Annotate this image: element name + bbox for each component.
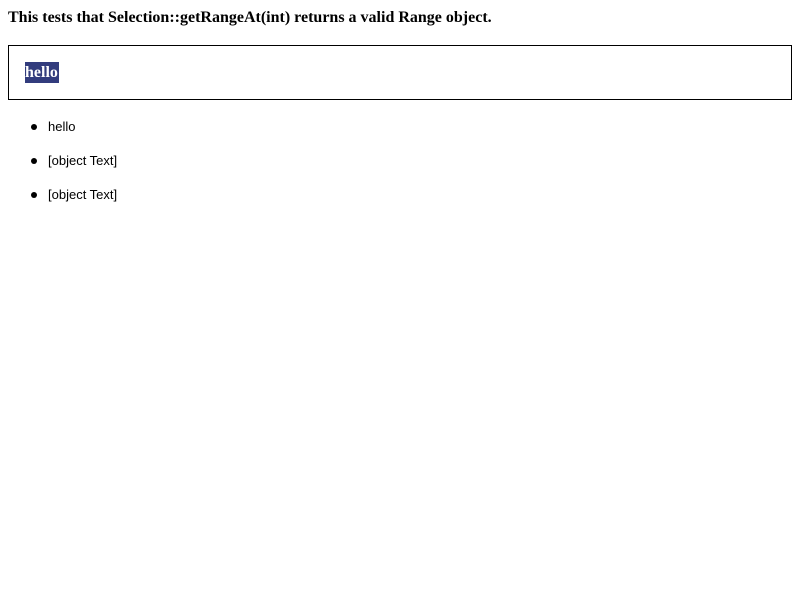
- result-item-text: [object Text]: [48, 187, 118, 202]
- result-item-text: hello: [48, 119, 76, 134]
- result-item-text: [object Text]: [48, 153, 118, 168]
- result-item: hello: [0, 118, 117, 136]
- editable-content-box[interactable]: hello: [8, 45, 792, 100]
- bullet-icon: [31, 158, 37, 164]
- result-item: [object Text]: [0, 152, 117, 170]
- bullet-icon: [31, 192, 37, 198]
- selected-text[interactable]: hello: [25, 62, 59, 83]
- result-item: [object Text]: [0, 186, 117, 204]
- result-list: hello [object Text] [object Text]: [0, 118, 117, 220]
- page-heading: This tests that Selection::getRangeAt(in…: [8, 9, 492, 26]
- bullet-icon: [31, 124, 37, 130]
